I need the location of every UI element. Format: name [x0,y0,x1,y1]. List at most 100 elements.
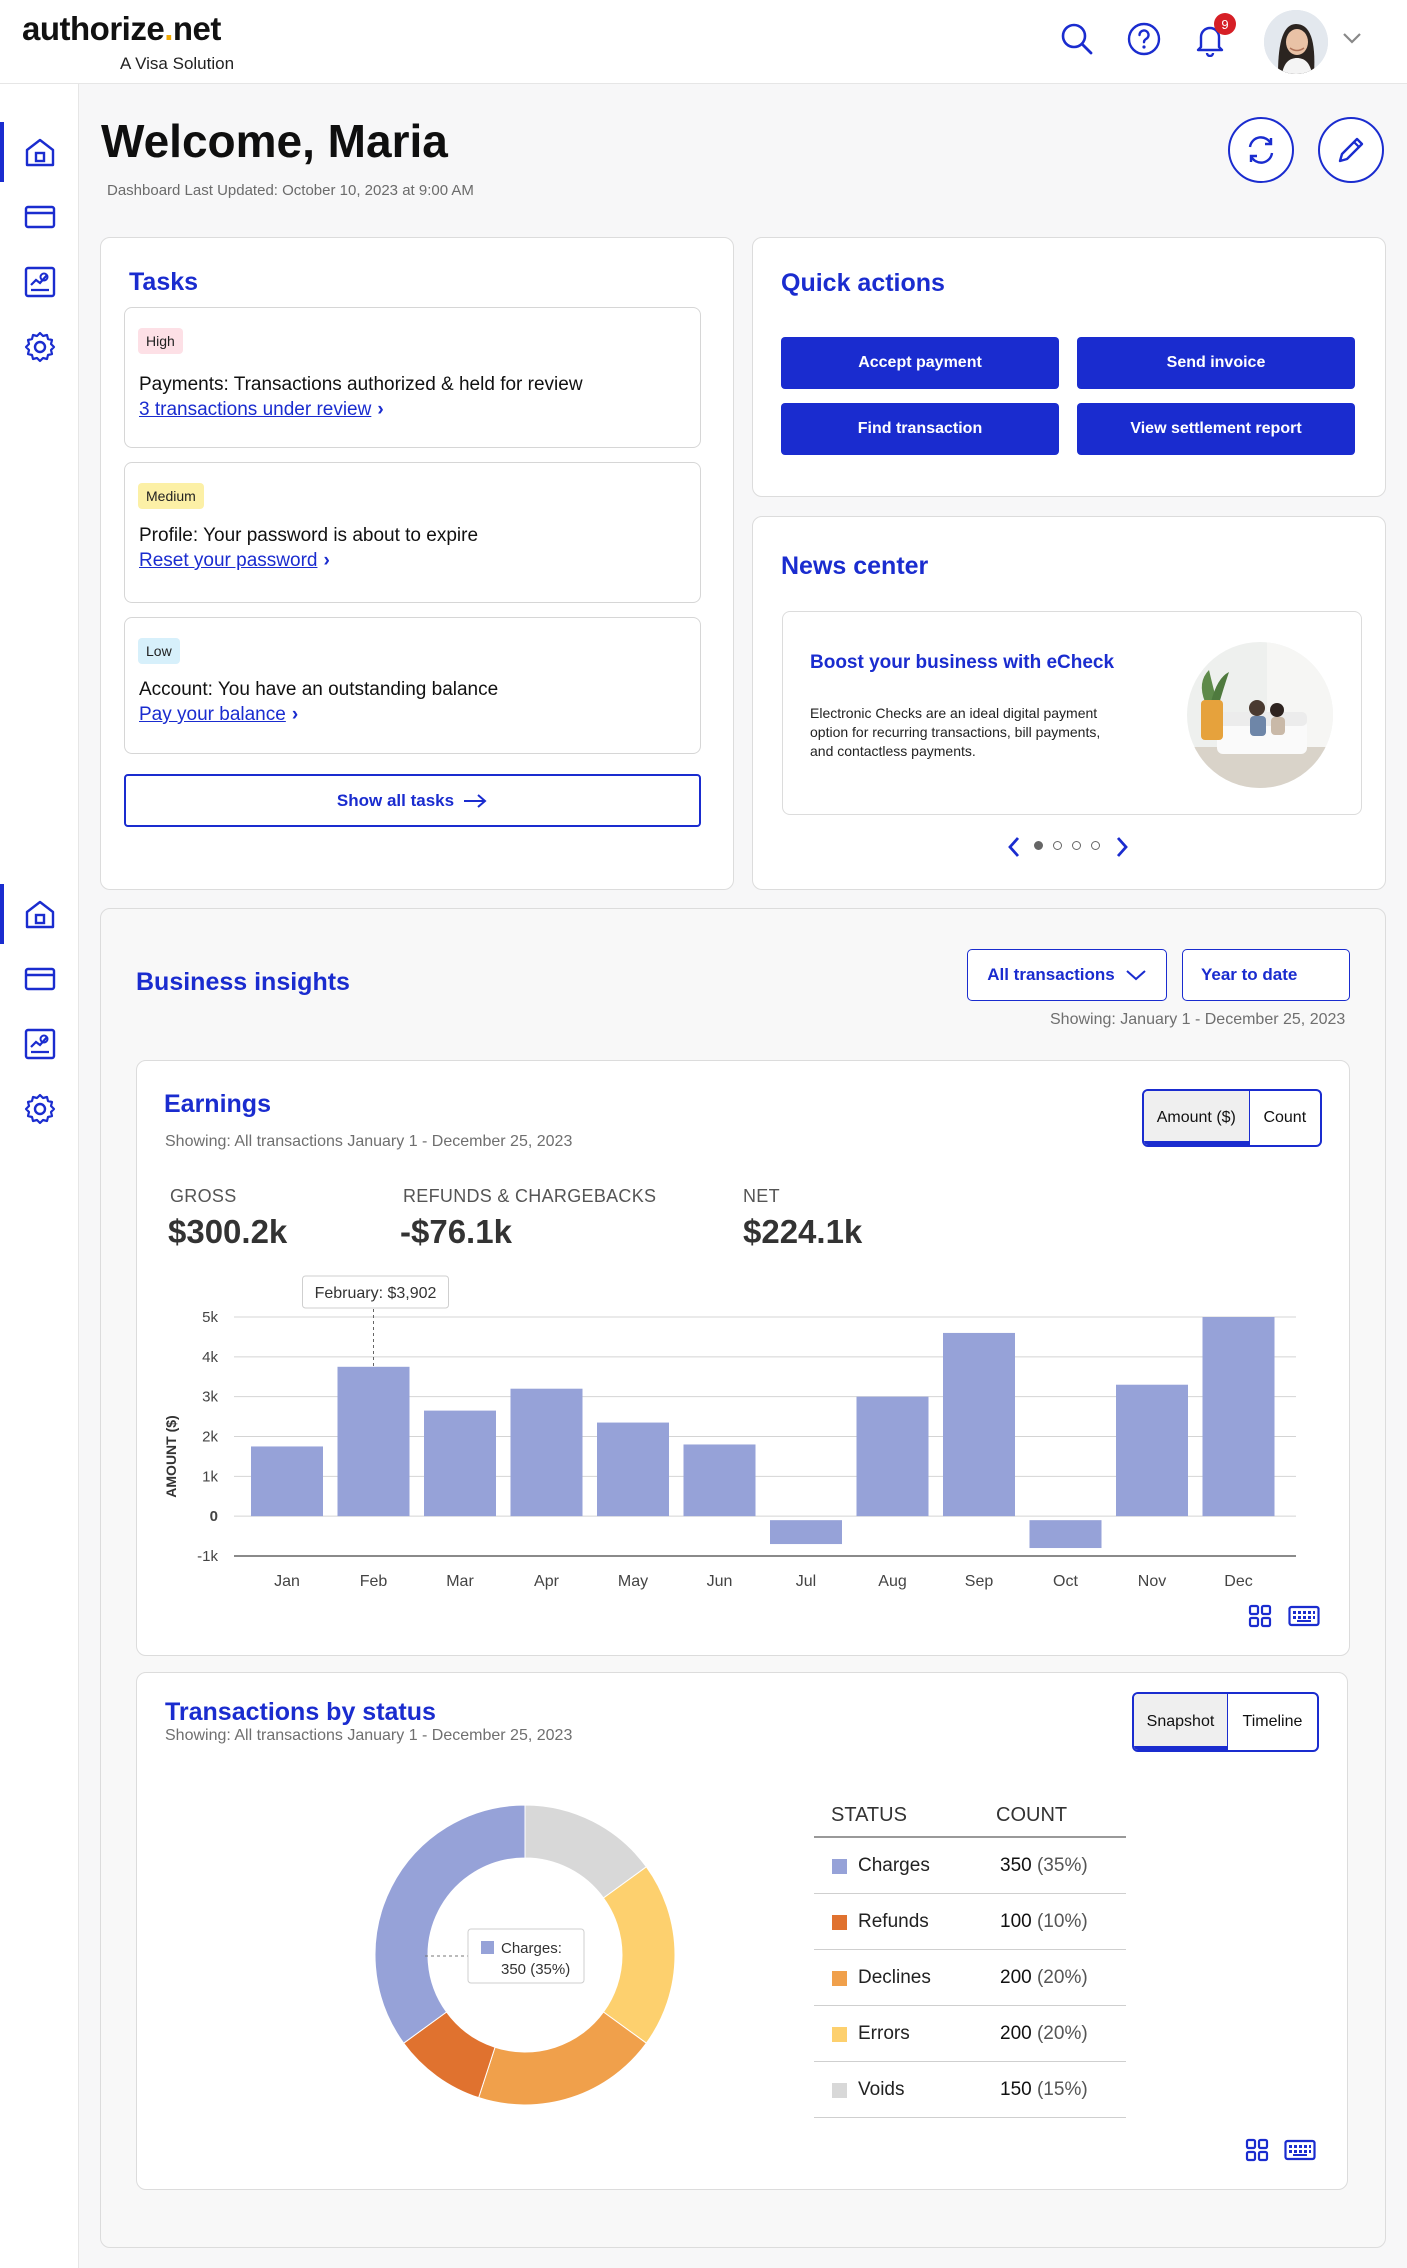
bar-mar [424,1410,496,1517]
sidebar-item-home[interactable] [0,122,79,182]
carousel-dot[interactable] [1053,841,1062,850]
y-tick-label: 3k [202,1389,218,1406]
transactions-filter-dropdown[interactable]: All transactions [967,949,1167,1001]
sidebar-item-payments[interactable] [0,187,79,247]
date-range-button[interactable]: Year to date [1182,949,1350,1001]
user-avatar[interactable] [1264,10,1328,74]
reports-icon [24,1028,55,1060]
carousel-prev-button[interactable] [1006,835,1022,864]
earnings-bar-chart: 5k 4k 3k 2k 1k 0 -1k AMOUNT ($) Jan Feb Mar Apr May J… [163,1275,1296,1590]
status-name: Charges [858,1855,930,1876]
count-column-header: COUNT [996,1804,1068,1826]
legend-swatch [832,1915,847,1930]
notifications-badge: 9 [1214,13,1236,35]
legend-swatch [832,2027,847,2042]
kpi-net-label: NET [743,1186,780,1206]
home-icon [25,900,54,929]
x-tick-label: Mar [446,1573,474,1590]
timeline-toggle-button[interactable]: Timeline [1228,1694,1317,1750]
view-settlement-report-button[interactable]: View settlement report [1077,403,1355,455]
sidebar-item-settings[interactable] [0,317,79,377]
search-icon[interactable] [1057,19,1097,59]
x-tick-label: Jun [707,1573,733,1590]
tooltip-text: February: $3,902 [315,1285,437,1302]
priority-badge: Low [138,638,180,664]
status-view-toggle: Snapshot Timeline [1132,1692,1319,1752]
notifications-bell-icon[interactable]: 9 [1190,13,1236,59]
status-count: 200 (20%) [1000,2023,1088,2044]
keyboard-icon[interactable] [1284,2138,1316,2167]
news-body: Electronic Checks are an ideal digital p… [810,705,1101,759]
sidebar-item-reports[interactable] [0,1014,79,1074]
logo[interactable]: authorize.net A Visa Solution [22,10,234,73]
kpi-gross-label: GROSS [170,1186,237,1206]
table-row[interactable]: Declines 200 (20%) [814,1950,1126,2006]
count-toggle-button[interactable]: Count [1250,1091,1320,1145]
legend-swatch [832,1971,847,1986]
find-transaction-button[interactable]: Find transaction [781,403,1059,455]
show-all-tasks-button[interactable]: Show all tasks [124,774,701,827]
y-tick-label: 1k [202,1468,218,1485]
y-tick-label: 4k [202,1349,218,1366]
grid-view-icon[interactable] [1245,2138,1269,2167]
carousel-dots [1034,841,1100,850]
sidebar [0,84,79,2268]
task-text: Payments: Transactions authorized & held… [139,374,583,395]
carousel-dot[interactable] [1072,841,1081,850]
earnings-toggle: Amount ($) Count [1142,1089,1322,1147]
snapshot-toggle-button[interactable]: Snapshot [1134,1694,1228,1750]
quick-actions-title: Quick actions [781,269,945,297]
gear-icon [24,331,55,363]
sidebar-item-settings[interactable] [0,1079,79,1139]
carousel-dot[interactable] [1034,841,1043,850]
refresh-button[interactable] [1228,117,1294,183]
edit-button[interactable] [1318,117,1384,183]
amount-toggle-button[interactable]: Amount ($) [1144,1091,1250,1145]
task-link[interactable]: Pay your balance › [139,704,298,726]
help-icon[interactable] [1124,19,1164,59]
table-row[interactable]: Errors 200 (20%) [814,2006,1126,2062]
x-tick-label: Dec [1224,1573,1252,1590]
y-tick-label: 5k [202,1309,218,1326]
task-link[interactable]: Reset your password › [139,550,330,572]
x-tick-label: May [618,1573,648,1590]
chevron-down-icon[interactable] [1340,26,1364,55]
task-item: High Payments: Transactions authorized &… [124,307,701,448]
grid-view-icon[interactable] [1248,1604,1272,1633]
kpi-refunds-value: -$76.1k [400,1213,512,1250]
sidebar-item-reports[interactable] [0,252,79,312]
task-text: Profile: Your password is about to expir… [139,525,479,546]
news-article[interactable]: Boost your business with eCheck Electron… [782,611,1362,815]
table-row[interactable]: Refunds 100 (10%) [814,1894,1126,1950]
carousel-dot[interactable] [1091,841,1100,850]
reports-icon [24,266,55,298]
sidebar-item-home[interactable] [0,884,79,944]
card-icon [24,967,55,991]
task-item: Low Account: You have an outstanding bal… [124,617,701,754]
accept-payment-button[interactable]: Accept payment [781,337,1059,389]
table-row[interactable]: Voids 150 (15%) [814,2062,1126,2118]
keyboard-icon[interactable] [1288,1604,1320,1633]
carousel-next-button[interactable] [1114,835,1130,864]
donut-slice-charges [374,1804,526,2044]
priority-badge: High [138,328,183,354]
last-updated: Dashboard Last Updated: October 10, 2023… [107,182,474,199]
task-text: Account: You have an outstanding balance [139,679,499,700]
pencil-icon [1338,137,1364,163]
status-count: 350 (35%) [1000,1855,1088,1876]
brand-tagline: A Visa Solution [120,54,235,73]
x-tick-label: Nov [1138,1573,1166,1590]
status-showing: Showing: All transactions January 1 - De… [165,1727,573,1744]
status-name: Errors [858,2023,910,2044]
status-count: 200 (20%) [1000,1967,1088,1988]
x-tick-label: Jan [274,1573,300,1590]
tooltip-swatch [481,1941,494,1954]
arrow-right-icon [464,793,487,808]
task-link[interactable]: 3 transactions under review › [139,399,384,421]
bar-sep [943,1332,1015,1517]
send-invoice-button[interactable]: Send invoice [1077,337,1355,389]
table-row[interactable]: Charges 350 (35%) [814,1838,1126,1894]
earnings-showing: Showing: All transactions January 1 - De… [165,1133,573,1150]
news-center-title: News center [781,552,929,580]
sidebar-item-payments[interactable] [0,949,79,1009]
